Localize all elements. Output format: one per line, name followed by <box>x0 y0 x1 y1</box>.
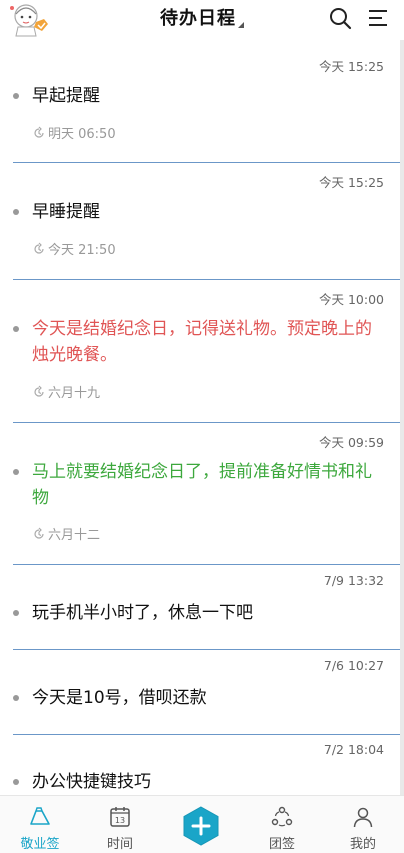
list-item[interactable]: 7/2 18:04 办公快捷键技巧 <box>0 735 400 795</box>
item-time: 今天 10:00 <box>319 292 384 307</box>
search-icon[interactable] <box>328 6 352 30</box>
reminder-text: 六月十九 <box>48 386 101 401</box>
bullet-icon <box>13 209 19 215</box>
team-icon <box>271 806 293 827</box>
bullet-icon <box>13 93 19 99</box>
item-time: 今天 09:59 <box>319 435 384 450</box>
caret-icon <box>238 22 244 28</box>
item-text: 马上就要结婚纪念日了，提前准备好情书和礼物 <box>32 462 372 508</box>
item-reminder: 明天 06:50 <box>32 123 116 142</box>
bullet-icon <box>13 469 19 475</box>
tab-label: 团签 <box>268 837 295 852</box>
item-time: 7/9 13:32 <box>323 573 384 588</box>
tab-label: 敬业签 <box>20 837 60 852</box>
repeat-clock-icon <box>34 527 44 539</box>
todo-list: 今天 15:25 早起提醒 明天 06:50 今天 15:25 早睡提醒 今天 … <box>0 40 400 795</box>
page-title: 待办日程 <box>160 8 236 29</box>
reminder-text: 六月十二 <box>48 528 101 543</box>
list-item[interactable]: 今天 15:25 早睡提醒 今天 21:50 <box>0 163 400 279</box>
item-time: 今天 15:25 <box>319 59 384 74</box>
item-time: 7/2 18:04 <box>323 742 384 757</box>
bullet-icon <box>13 695 19 701</box>
reminder-text: 今天 21:50 <box>48 243 116 258</box>
list-item[interactable]: 今天 15:25 早起提醒 明天 06:50 <box>0 40 400 162</box>
list-item[interactable]: 今天 10:00 今天是结婚纪念日，记得送礼物。预定晚上的烛光晚餐。 六月十九 <box>0 280 400 422</box>
top-bar: 待办日程 <box>0 0 404 40</box>
person-icon <box>353 807 373 828</box>
item-text: 今天是结婚纪念日，记得送礼物。预定晚上的烛光晚餐。 <box>32 319 372 365</box>
item-reminder: 六月十九 <box>32 382 100 401</box>
calendar-icon: 13 <box>110 807 130 827</box>
list-item[interactable]: 今天 09:59 马上就要结婚纪念日了，提前准备好情书和礼物 六月十二 <box>0 423 400 564</box>
tab-time[interactable]: 13 时间 <box>80 796 160 853</box>
svg-text:13: 13 <box>115 816 125 825</box>
tab-label: 我的 <box>349 837 376 852</box>
item-text: 办公快捷键技巧 <box>32 772 151 792</box>
tab-team[interactable]: 团签 <box>242 796 322 853</box>
repeat-clock-icon <box>34 242 44 254</box>
item-reminder: 今天 21:50 <box>32 239 116 258</box>
tab-memo[interactable]: 敬业签 <box>0 796 80 853</box>
list-item[interactable]: 7/9 13:32 玩手机半小时了，休息一下吧 <box>0 565 400 649</box>
bullet-icon <box>13 779 19 785</box>
item-time: 7/6 10:27 <box>323 658 384 673</box>
item-text: 今天是10号，借呗还款 <box>32 688 207 708</box>
item-text: 早睡提醒 <box>32 202 100 222</box>
item-reminder: 六月十二 <box>32 524 100 543</box>
repeat-clock-icon <box>34 385 44 397</box>
tab-mine[interactable]: 我的 <box>323 796 403 853</box>
item-time: 今天 15:25 <box>319 175 384 190</box>
repeat-clock-icon <box>34 126 44 138</box>
item-text: 早起提醒 <box>32 86 100 106</box>
item-text: 玩手机半小时了，休息一下吧 <box>32 603 253 623</box>
bullet-icon <box>13 326 19 332</box>
bullet-icon <box>13 610 19 616</box>
reminder-text: 明天 06:50 <box>48 127 116 142</box>
menu-icon[interactable] <box>366 6 390 30</box>
list-item[interactable]: 7/6 10:27 今天是10号，借呗还款 <box>0 650 400 734</box>
memo-icon <box>30 807 50 825</box>
tab-label: 时间 <box>106 837 133 852</box>
scrollbar[interactable] <box>400 40 404 795</box>
add-button[interactable] <box>181 806 221 846</box>
